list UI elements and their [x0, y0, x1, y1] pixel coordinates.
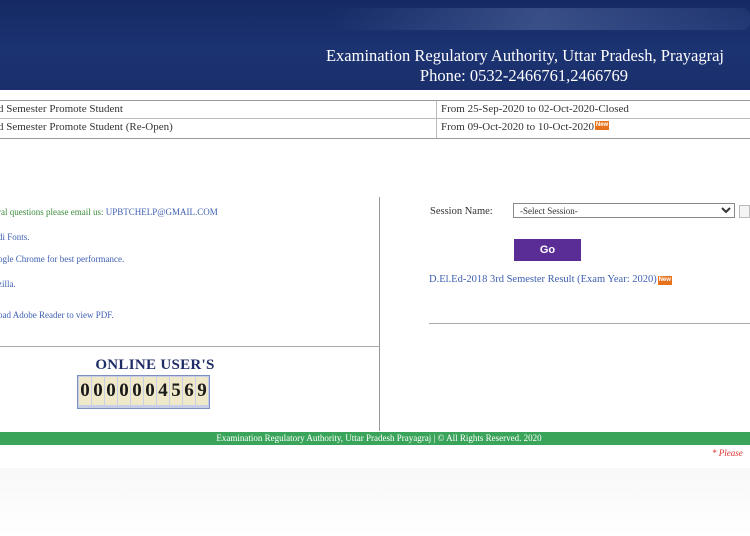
- counter-digit: 5: [170, 377, 182, 405]
- counter-digit: 0: [92, 377, 104, 405]
- schedule-table: d Semester Promote Student From 25-Sep-2…: [0, 100, 750, 139]
- help-email-link[interactable]: UPBTCHELP@GMAIL.COM: [106, 207, 218, 217]
- adobe-note[interactable]: oad Adobe Reader to view PDF.: [0, 310, 114, 320]
- deled-result-link[interactable]: D.El.Ed-2018 3rd Semester Result (Exam Y…: [429, 274, 657, 285]
- schedule-dates: From 25-Sep-2020 to 02-Oct-2020-Closed: [441, 103, 629, 115]
- new-badge-icon: New: [657, 276, 672, 285]
- go-button[interactable]: Go: [514, 239, 581, 261]
- notice-text: * Please: [712, 448, 743, 458]
- schedule-row: d Semester Promote Student From 25-Sep-2…: [0, 101, 750, 119]
- broken-image-icon: [739, 205, 750, 218]
- schedule-dates-wrap: From 09-Oct-2020 to 10-Oct-2020 New: [441, 119, 610, 136]
- org-phone: Phone: 0532-2466761,2466769: [419, 66, 628, 85]
- fonts-note[interactable]: di Fonts.: [0, 232, 30, 242]
- page-bottom-fade: [0, 468, 750, 536]
- left-separator: [0, 346, 379, 347]
- panel-divider: [379, 197, 380, 431]
- chrome-note[interactable]: ogle Chrome for best performance.: [0, 254, 124, 264]
- counter-digit: 0: [79, 377, 91, 405]
- online-users-title: ONLINE USER'S: [95, 357, 215, 373]
- counter-digit: 6: [183, 377, 195, 405]
- footer-bar: Examination Regulatory Authority, Uttar …: [0, 432, 750, 445]
- counter-digit: 0: [105, 377, 117, 405]
- footer-copyright: Examination Regulatory Authority, Uttar …: [216, 433, 542, 443]
- org-title: Examination Regulatory Authority, Uttar …: [325, 46, 724, 65]
- counter-digit: 0: [144, 377, 156, 405]
- schedule-row: d Semester Promote Student (Re-Open) Fro…: [0, 119, 750, 138]
- site-header: Examination Regulatory Authority, Uttar …: [0, 0, 750, 90]
- session-name-label: Session Name:: [430, 206, 493, 217]
- new-badge-icon: New: [595, 121, 610, 130]
- schedule-dates: From 09-Oct-2020 to 10-Oct-2020: [441, 121, 595, 133]
- visitor-counter: 0 0 0 0 0 0 4 5 6 9: [77, 375, 210, 409]
- counter-digit: 0: [131, 377, 143, 405]
- schedule-label[interactable]: d Semester Promote Student: [0, 101, 123, 118]
- counter-digit: 9: [196, 377, 208, 405]
- schedule-label[interactable]: d Semester Promote Student (Re-Open): [0, 119, 173, 136]
- header-banner-blur: [330, 8, 750, 30]
- email-help-label: ral questions please email us:: [0, 207, 106, 217]
- counter-digit: 0: [118, 377, 130, 405]
- result-link-wrap: D.El.Ed-2018 3rd Semester Result (Exam Y…: [429, 274, 672, 285]
- mozilla-note[interactable]: zilla.: [0, 279, 16, 289]
- counter-digit: 4: [157, 377, 169, 405]
- email-help-text: ral questions please email us: UPBTCHELP…: [0, 207, 218, 217]
- session-select[interactable]: -Select Session-: [513, 203, 735, 218]
- right-separator: [429, 323, 750, 324]
